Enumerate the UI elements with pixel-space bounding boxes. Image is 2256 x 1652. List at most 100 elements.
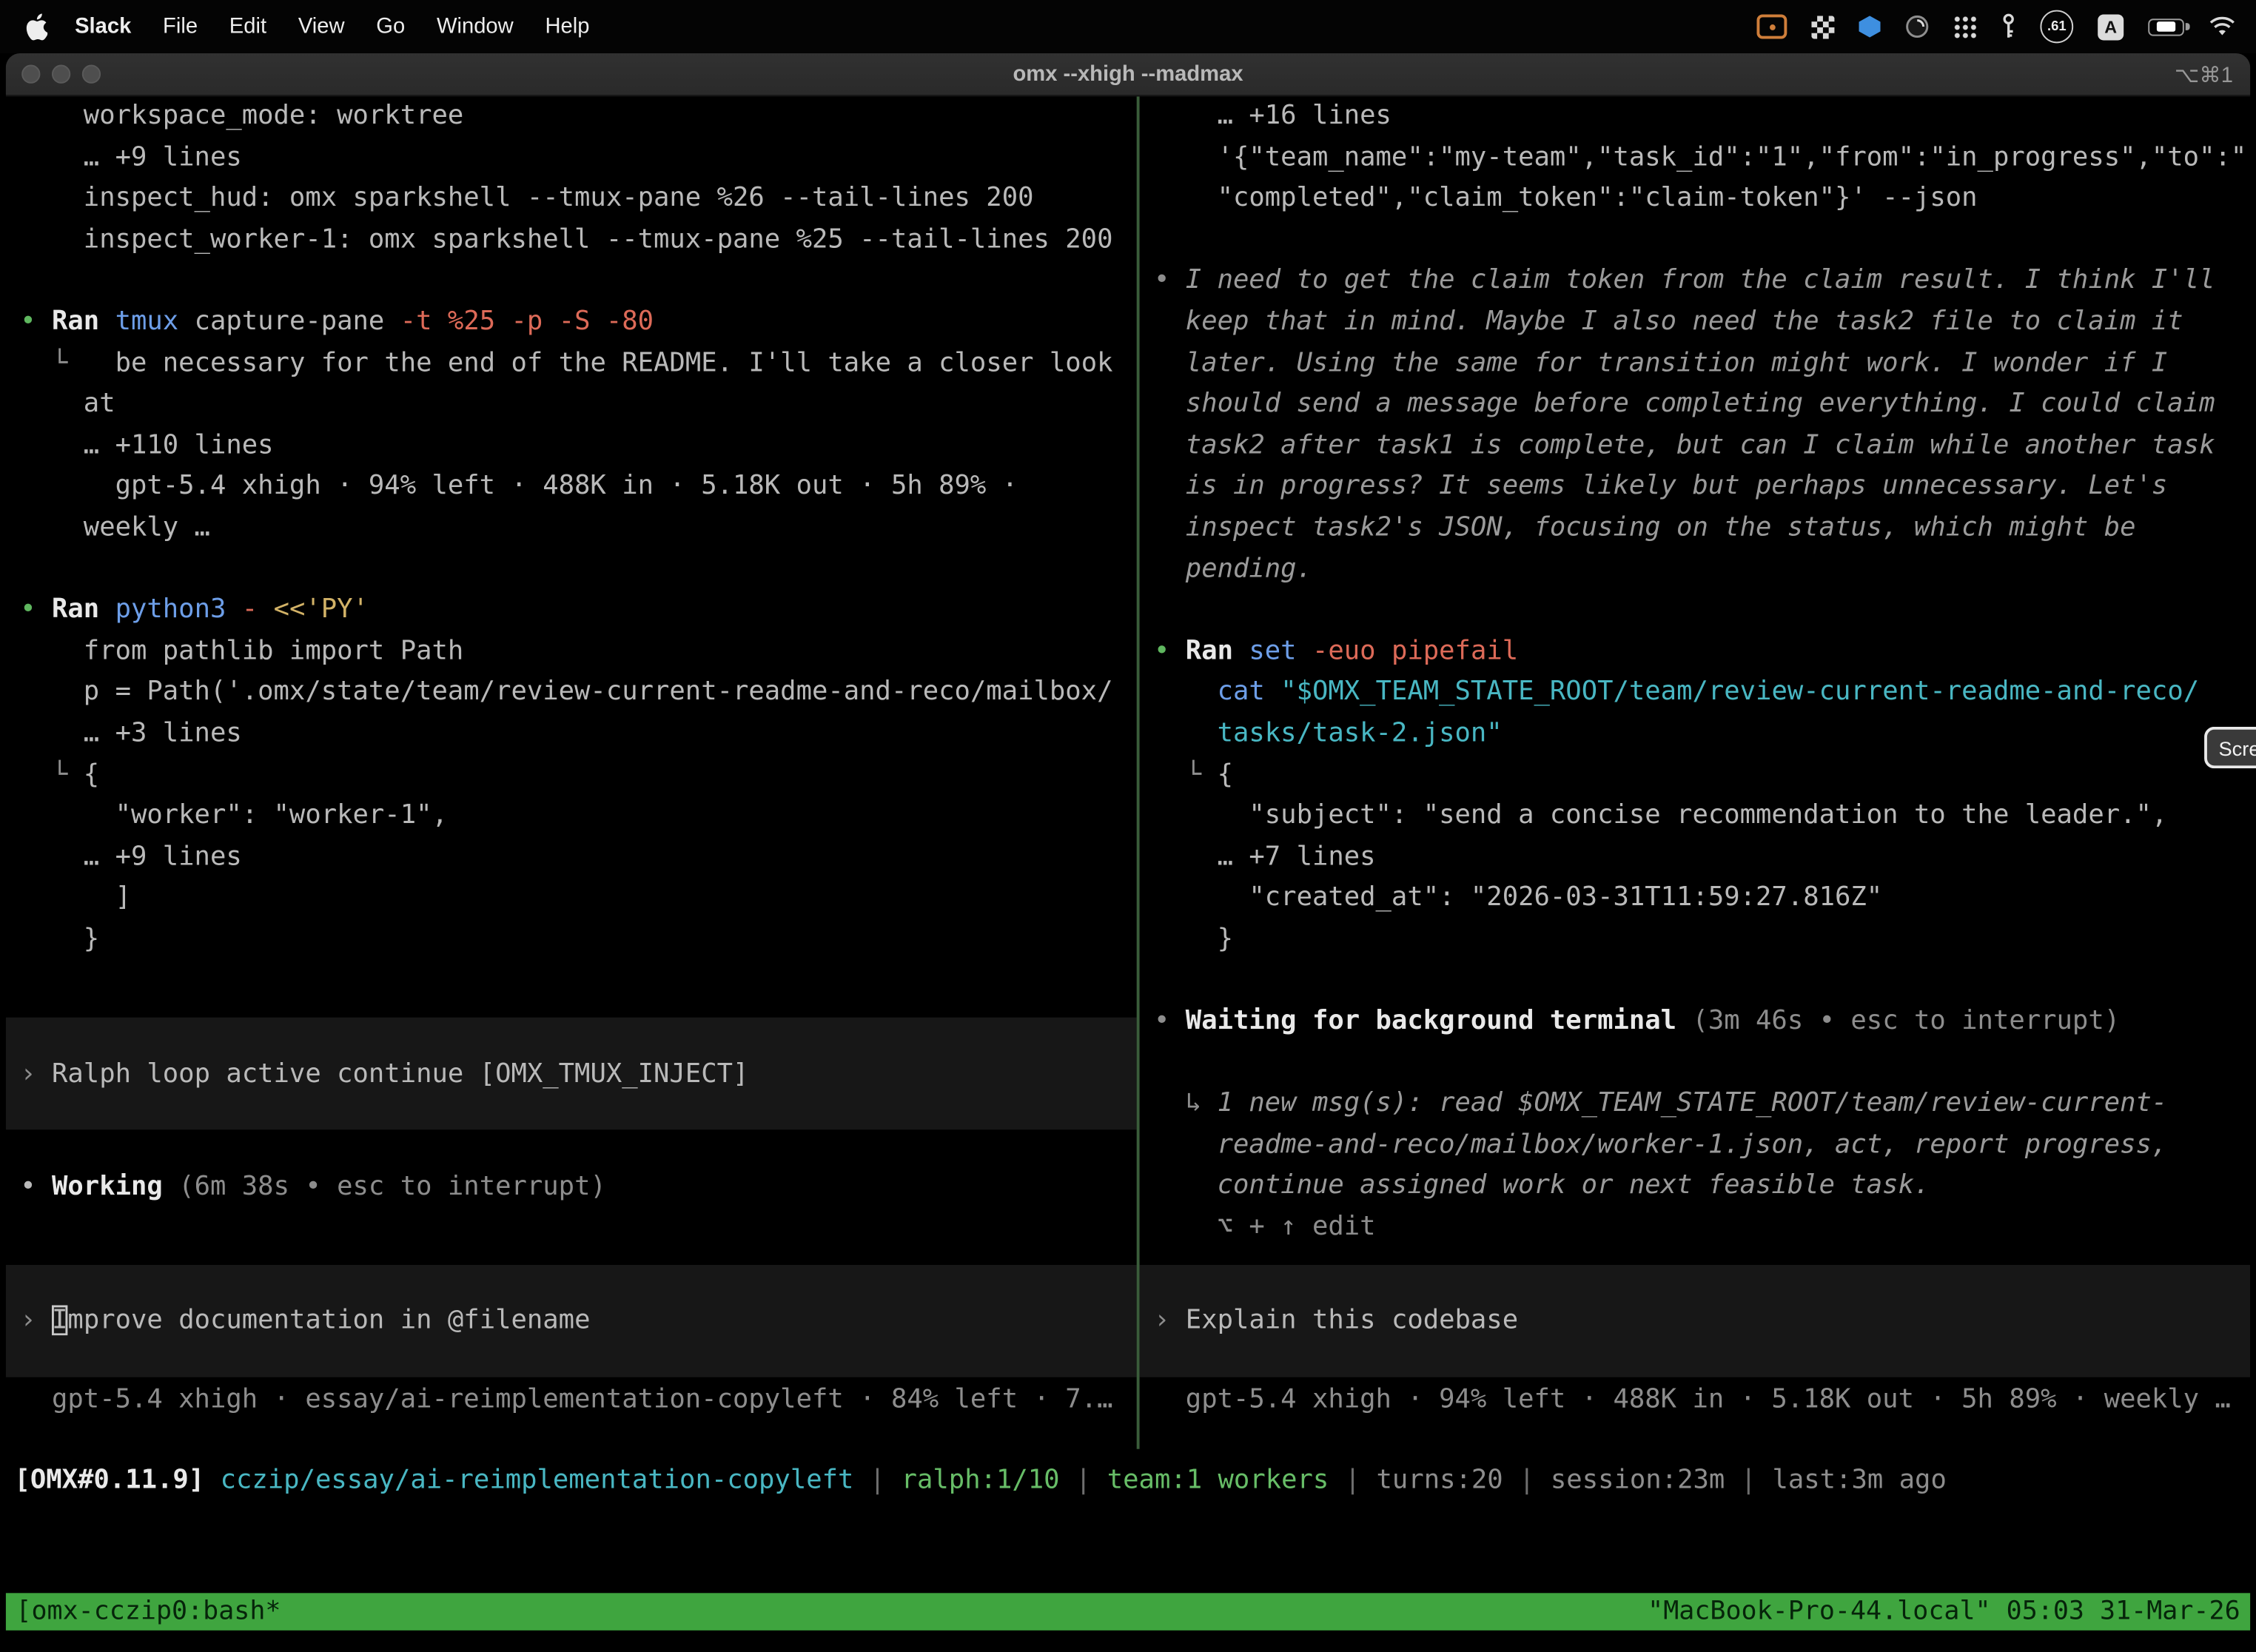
text-segment: (6m 38s • esc to interrupt)	[178, 1171, 606, 1201]
text-segment: }	[20, 924, 99, 954]
terminal-line: gpt-5.4 xhigh · essay/ai-reimplementatio…	[6, 1384, 1137, 1426]
battery-icon[interactable]	[2148, 18, 2184, 35]
terminal-line: "completed","claim_token":"claim-token"}…	[1140, 183, 2251, 224]
menu-help[interactable]: Help	[529, 14, 605, 38]
text-segment: -euo pipefail	[1312, 636, 1518, 666]
terminal-blank-line	[6, 965, 1137, 1007]
text-segment: inspect_worker-1: omx sparkshell --tmux-…	[20, 224, 1112, 255]
text-segment: continue assigned work or next feasible …	[1154, 1171, 1930, 1201]
terminal-line: • Ran set -euo pipefail	[1140, 636, 2251, 677]
menu-window[interactable]: Window	[421, 14, 529, 38]
text-segment: |	[1060, 1465, 1107, 1495]
text-segment: session:23m	[1551, 1465, 1725, 1495]
menu-bar-status-icons: .61 A	[1757, 10, 2236, 44]
text-segment: task2 after task1 is complete, but can I…	[1154, 430, 2215, 460]
key-icon[interactable]	[2001, 13, 2015, 40]
text-segment: from pathlib import Path	[20, 636, 463, 666]
terminal-pane-left: workspace_mode: worktree … +9 lines insp…	[6, 96, 1137, 1449]
terminal-line: p = Path('.omx/state/team/review-current…	[6, 676, 1137, 718]
input-source-icon[interactable]: A	[2098, 13, 2124, 39]
text-segment: •	[1154, 1006, 1186, 1036]
menu-edit[interactable]: Edit	[213, 14, 282, 38]
text-segment: should send a message before completing …	[1154, 389, 2215, 419]
terminal-window: omx --xhigh --madmax ⌥⌘1 workspace_mode:…	[6, 53, 2250, 1652]
screen-sharing-overlay-button[interactable]: Scre	[2204, 727, 2256, 768]
dots-grid-icon[interactable]	[1954, 15, 1977, 38]
close-button[interactable]	[21, 64, 40, 83]
terminal-line: inspect_hud: omx sparkshell --tmux-pane …	[6, 183, 1137, 224]
menu-view[interactable]: View	[282, 14, 360, 38]
blue-app-icon[interactable]	[1859, 16, 1881, 37]
text-segment: |	[1725, 1465, 1772, 1495]
active-app-name[interactable]: Slack	[66, 14, 147, 38]
text-segment: {	[1218, 759, 1233, 790]
prompt-input[interactable]: › Explain this codebase	[1140, 1264, 2251, 1377]
text-segment: •	[20, 306, 52, 337]
text-segment: pending.	[1154, 554, 1312, 584]
text-segment: ⌥ + ↑ edit	[1154, 1212, 1376, 1242]
terminal-line: later. Using the same for transition mig…	[1140, 348, 2251, 389]
terminal-line: "created_at": "2026-03-31T11:59:27.816Z"	[1140, 882, 2251, 924]
terminal-line: › Ralph loop active continue [OMX_TMUX_I…	[6, 1058, 749, 1089]
text-segment: }	[1154, 924, 1233, 954]
text-segment: python3	[115, 594, 242, 625]
zoom-button[interactable]	[82, 64, 101, 83]
terminal-line: … +9 lines	[6, 142, 1137, 184]
text-segment: •	[1154, 265, 1186, 295]
text-segment: inspect_hud: omx sparkshell --tmux-pane …	[20, 183, 1033, 213]
screen-recording-icon[interactable]	[1757, 14, 1787, 38]
screen-overlay-label: Scre	[2218, 736, 2256, 759]
menu-go[interactable]: Go	[360, 14, 421, 38]
tmux-status-bar: [omx-cczip0:bash* "MacBook-Pro-44.local"…	[6, 1593, 2250, 1631]
text-segment: … +110 lines	[20, 430, 273, 460]
terminal-line: ]	[6, 882, 1137, 924]
terminal-line: › Improve documentation in @filename	[6, 1306, 591, 1336]
terminal-blank-line	[6, 1129, 1137, 1171]
text-segment: … +9 lines	[20, 142, 242, 172]
terminal-line: ⌥ + ↑ edit	[1140, 1212, 2251, 1253]
wifi-icon[interactable]	[2209, 16, 2236, 37]
apple-icon[interactable]	[26, 13, 49, 39]
text-segment: └	[20, 348, 115, 378]
text-segment: turns:20	[1377, 1465, 1503, 1495]
terminal-line: … +3 lines	[6, 718, 1137, 759]
text-segment: … +7 lines	[1154, 842, 1376, 872]
text-segment: … +3 lines	[20, 718, 242, 748]
text-segment: [OMX#0.11.9]	[14, 1465, 204, 1495]
terminal-line: from pathlib import Path	[6, 636, 1137, 677]
terminal-blank-line	[1140, 594, 2251, 636]
gauge-icon[interactable]: .61	[2040, 10, 2073, 44]
menu-bar-left: Slack FileEditViewGoWindowHelp	[26, 13, 605, 39]
text-segment: later. Using the same for transition mig…	[1154, 348, 2167, 378]
prompt-input[interactable]: › Improve documentation in @filename	[6, 1265, 1137, 1377]
terminal-blank-line	[6, 554, 1137, 595]
text-segment: gpt-5.4 xhigh · 94% left · 488K in · 5.1…	[20, 471, 1018, 501]
window-title: omx --xhigh --madmax	[6, 62, 2250, 87]
text-segment: set	[1249, 636, 1312, 666]
terminal-line: keep that in mind. Maybe I also need the…	[1140, 306, 2251, 348]
text-segment: be necessary for the end of the README. …	[115, 348, 1113, 378]
text-segment	[204, 1465, 220, 1495]
text-segment: •	[20, 594, 52, 625]
text-segment: 1 new msg(s): read $OMX_TEAM_STATE_ROOT/…	[1218, 1088, 2168, 1118]
text-segment: "created_at": "2026-03-31T11:59:27.816Z"	[1154, 882, 1882, 913]
terminal-line: weekly …	[6, 512, 1137, 554]
text-segment: … +16 lines	[1154, 101, 1391, 131]
terminal-line: gpt-5.4 xhigh · 94% left · 488K in · 5.1…	[6, 471, 1137, 512]
window-bottom-strip	[6, 1631, 2250, 1652]
ralph-loop-row: › Ralph loop active continue [OMX_TMUX_I…	[6, 1018, 1137, 1130]
text-segment: └	[1154, 759, 1218, 790]
menu-file[interactable]: File	[147, 14, 214, 38]
dark-circle-icon[interactable]	[1905, 14, 1930, 38]
terminal-line: … +110 lines	[6, 430, 1137, 471]
terminal-line: }	[6, 924, 1137, 965]
text-segment: is in progress? It seems likely but perh…	[1154, 471, 2167, 501]
terminal-blank-line	[1140, 224, 2251, 266]
terminal-line: inspect task2's JSON, focusing on the st…	[1140, 512, 2251, 554]
text-segment: Ralph loop active continue [OMX_TMUX_INJ…	[52, 1058, 748, 1089]
minimize-button[interactable]	[52, 64, 70, 83]
terminal-line: "worker": "worker-1",	[6, 800, 1137, 842]
traffic-lights	[6, 64, 101, 83]
terminal-line: }	[1140, 924, 2251, 965]
checkerboard-icon[interactable]	[1811, 15, 1834, 38]
